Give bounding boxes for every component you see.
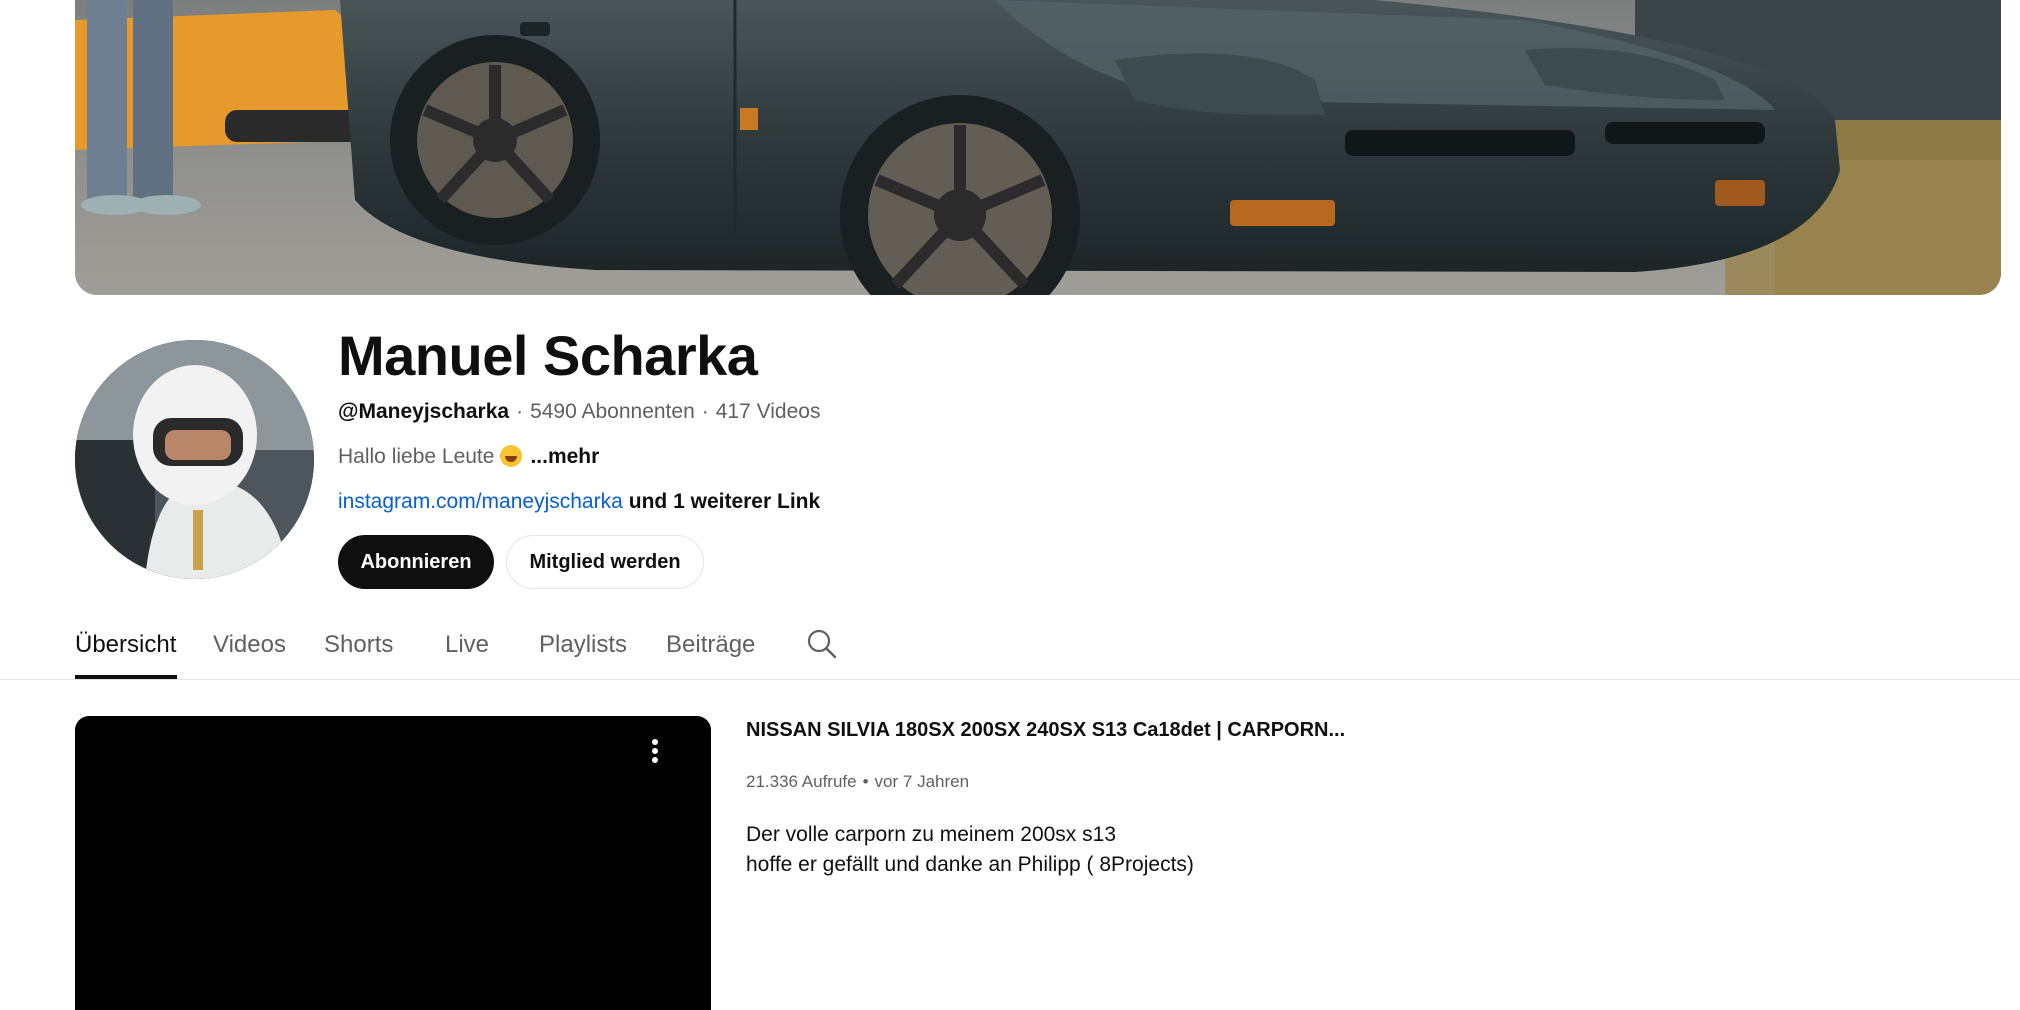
channel-description[interactable]: Hallo liebe Leute ...mehr <box>338 442 599 472</box>
tab-live[interactable]: Live <box>445 630 489 660</box>
upload-age: vor 7 Jahren <box>874 772 970 791</box>
description-line: Der volle carporn zu meinem 200sx s13 <box>746 823 1117 846</box>
video-count: 417 Videos <box>715 400 821 423</box>
description-line: hoffe er gefällt und danke an Philipp ( … <box>746 853 1194 876</box>
more-vert-icon[interactable] <box>640 736 670 766</box>
channel-title: Manuel Scharka <box>338 324 758 387</box>
tab-shorts[interactable]: Shorts <box>324 630 393 660</box>
channel-links: instagram.com/maneyjscharka und 1 weitere… <box>338 487 820 517</box>
description-text: Hallo liebe Leute <box>338 445 495 468</box>
instagram-link[interactable]: instagram.com/maneyjscharka <box>338 490 623 513</box>
tab-posts[interactable]: Beiträge <box>666 630 755 660</box>
subscriber-count: 5490 Abonnenten <box>530 400 695 423</box>
channel-tabs: Übersicht Videos Shorts Live Playlists B… <box>0 620 2020 680</box>
channel-avatar[interactable] <box>75 340 314 579</box>
tab-videos[interactable]: Videos <box>213 630 286 660</box>
meta-separator: · <box>701 400 709 423</box>
featured-video-description: Der volle carporn zu meinem 200sx s13 ho… <box>746 820 1194 880</box>
channel-meta: @Maneyjscharka · 5490 Abonnenten · 417 Video… <box>338 398 820 426</box>
channel-handle: @Maneyjscharka <box>338 400 510 423</box>
join-membership-button[interactable]: Mitglied werden <box>506 535 704 589</box>
tab-playlists[interactable]: Playlists <box>539 630 627 660</box>
tab-overview[interactable]: Übersicht <box>75 630 176 660</box>
grinning-face-emoji-icon <box>500 445 523 467</box>
channel-page: Manuel Scharka @Maneyjscharka · 5490 Abonn… <box>0 0 2020 1010</box>
featured-video-player[interactable] <box>75 716 711 1010</box>
active-tab-indicator <box>75 675 177 679</box>
channel-banner <box>75 0 2001 295</box>
meta-separator: • <box>862 772 869 791</box>
description-more-link[interactable]: ...mehr <box>530 445 599 468</box>
search-icon[interactable] <box>806 628 838 660</box>
more-links-button[interactable]: und 1 weiterer Link <box>629 490 820 513</box>
featured-video-meta: 21.336 Aufrufe • vor 7 Jahren <box>746 769 969 795</box>
meta-separator: · <box>516 400 524 423</box>
subscribe-button[interactable]: Abonnieren <box>338 535 494 589</box>
featured-video-title[interactable]: NISSAN SILVIA 180SX 200SX 240SX S13 Ca18… <box>746 716 1345 744</box>
view-count: 21.336 Aufrufe <box>746 772 857 791</box>
